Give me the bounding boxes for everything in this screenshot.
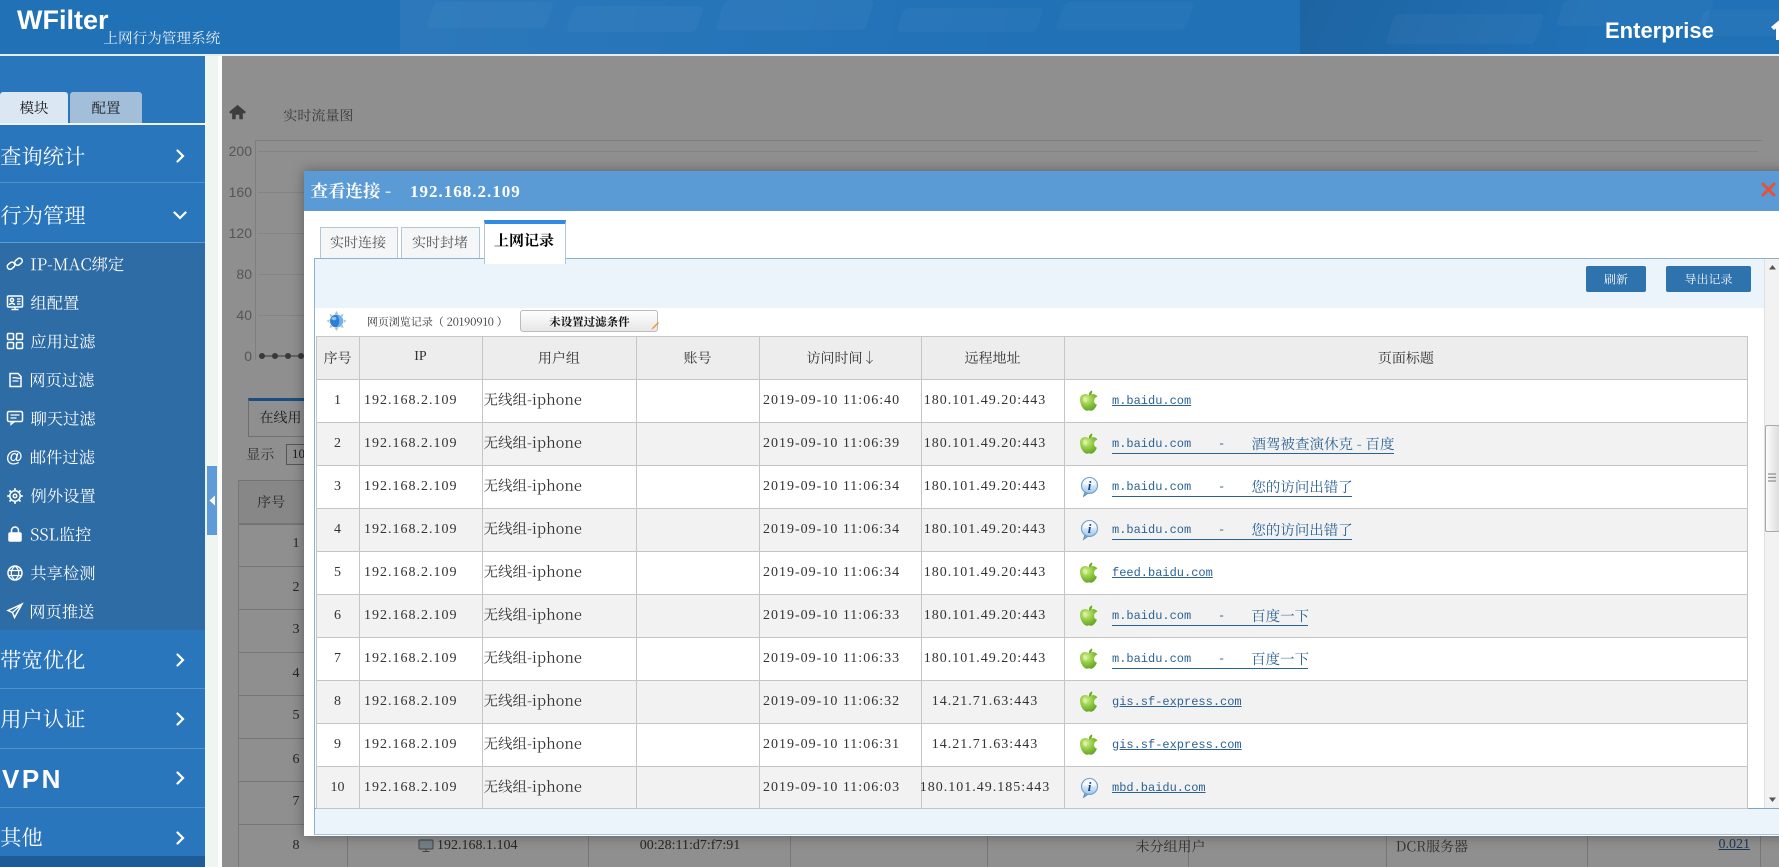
svg-text:i: i [1088,478,1092,493]
svg-text:i: i [1088,521,1092,536]
svg-text:i: i [1088,779,1092,794]
